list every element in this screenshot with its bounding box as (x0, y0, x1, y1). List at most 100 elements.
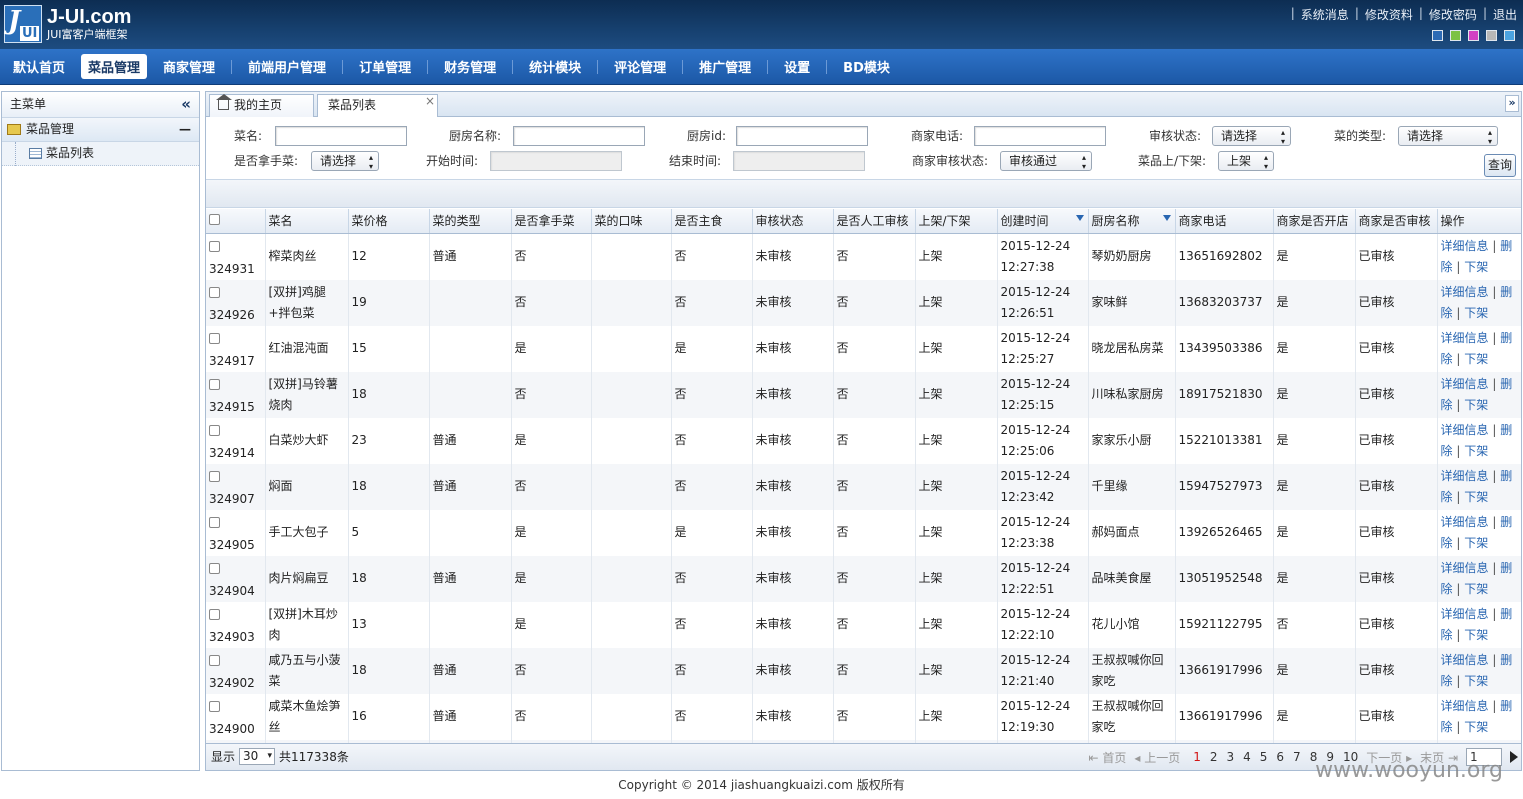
detail-link[interactable]: 详细信息 (1441, 699, 1489, 713)
table-row[interactable]: 324904 肉片焖扁豆 18 普通是否未审核否上架 2015-12-24 12:22:5… (206, 555, 1521, 602)
table-row[interactable]: 324902 咸乃五与小菠菜 18 普通否否未审核否上架 2015-12-24 12:21… (206, 647, 1521, 694)
nav-item-0[interactable]: 默认首页 (6, 54, 72, 79)
detail-link[interactable]: 详细信息 (1441, 561, 1489, 575)
start-time-input[interactable] (490, 151, 622, 171)
column-header-5[interactable]: 是否主食 (671, 209, 753, 234)
column-header-3[interactable]: 是否拿手菜 (511, 209, 592, 234)
table-row[interactable]: 324931 榨菜肉丝 12 普通否否未审核否上架 2015-12-24 12:27:38… (206, 233, 1521, 280)
nav-item-3[interactable]: 前端用户管理 (241, 54, 333, 79)
theme-swatch-2[interactable] (1468, 30, 1479, 41)
tab-more-icon[interactable]: » (1505, 95, 1519, 112)
row-checkbox[interactable] (209, 424, 220, 436)
table-row[interactable]: 324917 红油混沌面 15 是是未审核否上架 2015-12-24 12:25:27 晓… (206, 325, 1521, 372)
detail-link[interactable]: 详细信息 (1441, 285, 1489, 299)
tab-home[interactable]: 我的主页 (209, 94, 314, 117)
column-header-10[interactable]: 厨房名称 (1088, 209, 1176, 234)
take-off-shelf-link[interactable]: 下架 (1464, 352, 1488, 366)
column-header-12[interactable]: 商家是否开店 (1273, 209, 1356, 234)
dish-type-select[interactable]: 请选择 (1398, 126, 1498, 146)
sort-icon[interactable] (1075, 215, 1084, 221)
dish-name-input[interactable] (275, 126, 407, 146)
row-checkbox[interactable] (209, 378, 220, 390)
take-off-shelf-link[interactable]: 下架 (1464, 536, 1488, 550)
detail-link[interactable]: 详细信息 (1441, 469, 1489, 483)
column-header-6[interactable]: 审核状态 (752, 209, 834, 234)
row-checkbox[interactable] (209, 332, 220, 344)
table-row[interactable]: 324914 白菜炒大虾 23 普通是否未审核否上架 2015-12-24 12:25:0… (206, 417, 1521, 464)
theme-swatch-4[interactable] (1504, 30, 1515, 41)
row-checkbox[interactable] (209, 286, 220, 298)
row-checkbox[interactable] (209, 562, 220, 574)
nav-item-8[interactable]: 推广管理 (692, 54, 758, 79)
detail-link[interactable]: 详细信息 (1441, 377, 1489, 391)
column-header-9[interactable]: 创建时间 (997, 209, 1089, 234)
nav-item-9[interactable]: 设置 (777, 54, 817, 79)
close-icon[interactable]: × (425, 91, 435, 112)
take-off-shelf-link[interactable]: 下架 (1464, 628, 1488, 642)
page-number-2[interactable]: 2 (1210, 750, 1218, 764)
merchant-audit-select[interactable]: 审核通过 (1000, 151, 1092, 171)
nav-item-5[interactable]: 财务管理 (437, 54, 503, 79)
table-row[interactable]: 324903 [双拼]木耳炒肉 13 是否未审核否上架 2015-12-24 12:22:… (206, 601, 1521, 648)
select-all-checkbox[interactable] (209, 213, 220, 225)
take-off-shelf-link[interactable]: 下架 (1464, 720, 1488, 734)
nav-item-4[interactable]: 订单管理 (352, 54, 418, 79)
audit-status-select[interactable]: 请选择 (1212, 126, 1291, 146)
query-button[interactable]: 查询 (1484, 154, 1516, 177)
detail-link[interactable]: 详细信息 (1441, 239, 1489, 253)
sort-icon[interactable] (1162, 215, 1171, 221)
table-row[interactable]: 324926 [双拼]鸡腿+拌包菜 19 否否未审核否上架 2015-12-24 12:2… (206, 279, 1521, 326)
row-checkbox[interactable] (209, 516, 220, 528)
page-number-3[interactable]: 3 (1226, 750, 1234, 764)
detail-link[interactable]: 详细信息 (1441, 331, 1489, 345)
collapse-icon[interactable]: — (179, 118, 191, 141)
row-checkbox[interactable] (209, 608, 220, 620)
page-number-4[interactable]: 4 (1243, 750, 1251, 764)
system-messages-link[interactable]: 系统消息 (1301, 6, 1349, 23)
row-checkbox[interactable] (209, 654, 220, 666)
sidebar-item-dish-list[interactable]: 菜品列表 (2, 142, 199, 166)
table-row[interactable]: 324915 [双拼]马铃薯烧肉 18 否否未审核否上架 2015-12-24 12:25… (206, 371, 1521, 418)
edit-profile-link[interactable]: 修改资料 (1365, 6, 1413, 23)
column-header-0[interactable]: 菜名 (265, 209, 349, 234)
theme-swatch-1[interactable] (1450, 30, 1461, 41)
column-header-2[interactable]: 菜的类型 (429, 209, 512, 234)
take-off-shelf-link[interactable]: 下架 (1464, 674, 1488, 688)
first-page-button[interactable]: ⇤ 首页 (1088, 749, 1126, 766)
column-header-8[interactable]: 上架/下架 (915, 209, 998, 234)
logout-link[interactable]: 退出 (1493, 6, 1517, 23)
nav-item-1[interactable]: 菜品管理 (81, 54, 148, 79)
column-header-7[interactable]: 是否人工审核 (833, 209, 916, 234)
shelf-status-select[interactable]: 上架 (1218, 151, 1274, 171)
column-header-1[interactable]: 菜价格 (348, 209, 430, 234)
take-off-shelf-link[interactable]: 下架 (1464, 398, 1488, 412)
table-row[interactable]: 324900 咸菜木鱼烩笋丝 16 普通否否未审核否上架 2015-12-24 12:19… (206, 693, 1521, 740)
column-header-4[interactable]: 菜的口味 (591, 209, 672, 234)
nav-item-6[interactable]: 统计模块 (522, 54, 588, 79)
page-number-6[interactable]: 6 (1276, 750, 1284, 764)
take-off-shelf-link[interactable]: 下架 (1464, 582, 1488, 596)
end-time-input[interactable] (733, 151, 865, 171)
kitchen-name-input[interactable] (513, 126, 645, 146)
take-off-shelf-link[interactable]: 下架 (1464, 306, 1488, 320)
take-off-shelf-link[interactable]: 下架 (1464, 444, 1488, 458)
page-size-select[interactable]: 30 (239, 748, 276, 765)
detail-link[interactable]: 详细信息 (1441, 607, 1489, 621)
theme-swatch-0[interactable] (1432, 30, 1443, 41)
nav-item-2[interactable]: 商家管理 (156, 54, 222, 79)
column-header-11[interactable]: 商家电话 (1175, 209, 1274, 234)
row-checkbox[interactable] (209, 240, 220, 252)
prev-page-button[interactable]: ◂ 上一页 (1134, 749, 1180, 766)
table-row[interactable]: 324905 手工大包子 5 是是未审核否上架 2015-12-24 12:23:38 郝妈… (206, 509, 1521, 556)
column-header-14[interactable]: 操作 (1437, 209, 1521, 234)
kitchen-id-input[interactable] (736, 126, 868, 146)
detail-link[interactable]: 详细信息 (1441, 515, 1489, 529)
nav-item-7[interactable]: 评论管理 (607, 54, 673, 79)
tab-dish-list[interactable]: 菜品列表 × (317, 94, 438, 118)
table-row[interactable]: 324907 焖面 18 普通否否未审核否上架 2015-12-24 12:23:42 千里… (206, 463, 1521, 510)
page-number-1[interactable]: 1 (1193, 750, 1201, 764)
collapse-sidebar-icon[interactable]: « (181, 92, 191, 117)
theme-swatch-3[interactable] (1486, 30, 1497, 41)
row-checkbox[interactable] (209, 700, 220, 712)
merchant-phone-input[interactable] (974, 126, 1106, 146)
